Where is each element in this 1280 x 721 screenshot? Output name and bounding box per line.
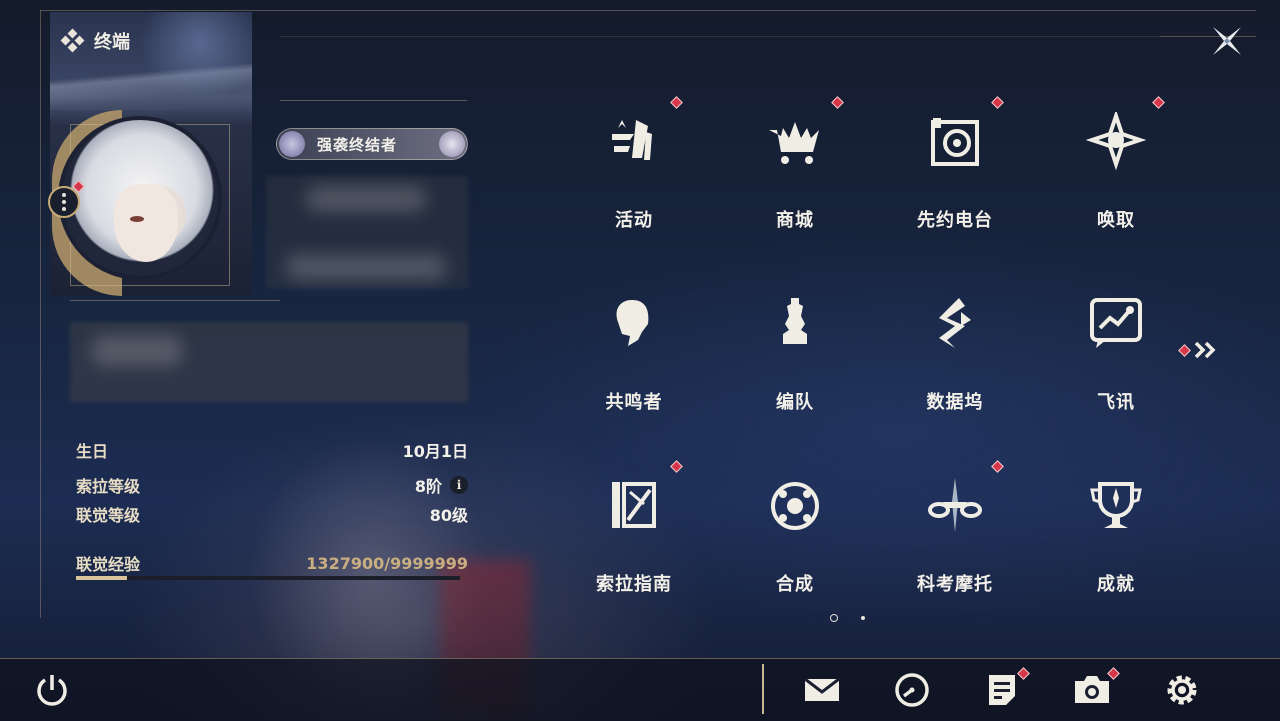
- close-button[interactable]: [1210, 24, 1244, 58]
- page-indicator-2[interactable]: [861, 616, 865, 620]
- power-icon: [37, 675, 67, 706]
- menu-item-message[interactable]: 飞讯: [1036, 278, 1196, 428]
- title-badge-label: 强袭终结者: [317, 135, 398, 154]
- menu-item-resonator[interactable]: 共鸣者: [554, 278, 714, 428]
- camera-icon: [1075, 676, 1109, 703]
- exp-progress-bar: [76, 576, 460, 580]
- avatar[interactable]: [58, 116, 222, 280]
- data-dock-icon: [939, 298, 971, 348]
- exp-progress-fill: [76, 576, 127, 580]
- stat-union-level: 联觉等级 80级: [76, 506, 468, 525]
- menu-item-guide[interactable]: 索拉指南: [554, 460, 714, 610]
- close-icon: [1213, 27, 1241, 55]
- stat-union-exp: 联觉经验 1327900/9999999: [76, 553, 468, 575]
- menu-item-achievement[interactable]: 成就: [1036, 460, 1196, 610]
- bottom-bar-separator: [762, 664, 764, 714]
- settings-button[interactable]: [1162, 670, 1202, 710]
- profile-card-landscape: [50, 60, 252, 110]
- mail-icon: [804, 677, 840, 701]
- terminal-diamond-icon: [60, 28, 85, 53]
- message-icon: [1090, 298, 1142, 348]
- notice-button[interactable]: [982, 667, 1030, 710]
- menu-item-summon[interactable]: 唤取: [1036, 96, 1196, 246]
- badge-dot: [1178, 343, 1191, 357]
- double-chevron-right-icon: [1194, 341, 1216, 359]
- name-divider-top: [280, 100, 467, 101]
- page-title: 终端: [94, 32, 130, 53]
- dragon-emblem-icon: [279, 131, 305, 157]
- sola-level-value: 8阶: [414, 477, 442, 496]
- menu-item-team[interactable]: 编队: [715, 278, 875, 428]
- terminal-header: 终端: [60, 28, 130, 54]
- motorcycle-icon: [928, 478, 982, 532]
- badge-dot: [991, 96, 1004, 109]
- activity-icon: [612, 120, 652, 160]
- history-button[interactable]: [892, 670, 932, 710]
- more-options-button[interactable]: [48, 186, 80, 218]
- avatar-face: [114, 184, 178, 262]
- summon-icon: [1086, 112, 1146, 171]
- menu-item-shop[interactable]: 商城: [715, 96, 875, 246]
- stat-birthday: 生日 10月1日: [76, 442, 468, 461]
- notice-icon: [989, 675, 1015, 705]
- shop-icon: [769, 122, 819, 164]
- badge-dot: [670, 460, 683, 473]
- resonator-icon: [616, 300, 649, 346]
- team-icon: [783, 298, 807, 344]
- guide-icon: [612, 482, 656, 528]
- badge-dot: [1152, 96, 1165, 109]
- card-divider: [70, 300, 280, 301]
- info-icon[interactable]: i: [450, 476, 468, 494]
- power-button[interactable]: [34, 672, 74, 712]
- settings-icon: [1167, 675, 1197, 705]
- page-indicator-1[interactable]: [830, 614, 838, 622]
- menu-item-data-dock[interactable]: 数据坞: [875, 278, 1035, 428]
- achievement-icon: [1090, 482, 1142, 528]
- frame-left-line: [40, 10, 41, 618]
- signature-redacted: [70, 322, 468, 402]
- clock-icon: [895, 673, 929, 707]
- stat-sola-level: 索拉等级 8阶 i: [76, 473, 468, 497]
- title-badge[interactable]: 强袭终结者: [276, 128, 468, 160]
- menu-item-radio[interactable]: 先约电台: [875, 96, 1035, 246]
- frame-decoration: [280, 36, 1160, 37]
- orb-emblem-icon: [439, 131, 465, 157]
- camera-button[interactable]: [1072, 667, 1120, 710]
- badge-dot: [670, 96, 683, 109]
- avatar-eye: [130, 216, 144, 222]
- menu-item-synthesis[interactable]: 合成: [715, 460, 875, 610]
- mail-button[interactable]: [802, 670, 842, 710]
- frame-top-line: [40, 10, 1256, 11]
- badge-dot: [831, 96, 844, 109]
- badge-dot: [991, 460, 1004, 473]
- menu-item-motorcycle[interactable]: 科考摩托: [875, 460, 1035, 610]
- radio-icon: [931, 118, 979, 166]
- synthesis-icon: [771, 482, 819, 530]
- menu-item-activity[interactable]: 活动: [554, 96, 714, 246]
- next-page-button[interactable]: [1178, 340, 1219, 360]
- player-name-redacted: [266, 176, 468, 288]
